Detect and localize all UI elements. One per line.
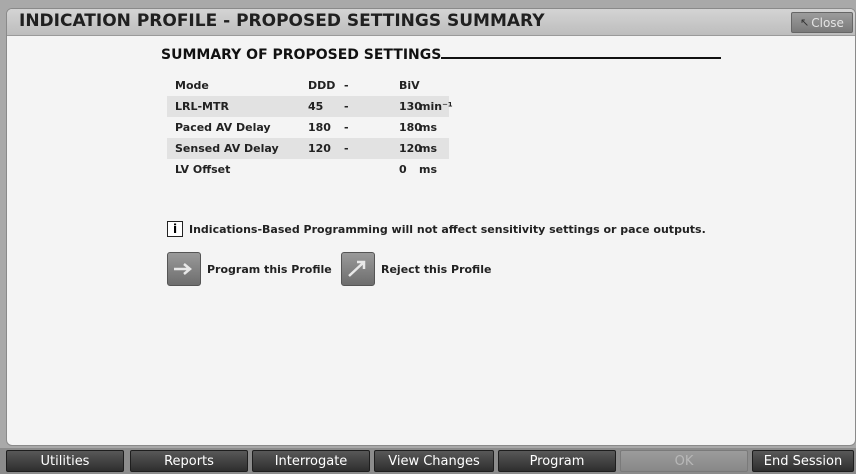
view-changes-button[interactable]: View Changes — [374, 450, 494, 472]
table-row: LV Offset 0 ms — [167, 159, 449, 180]
table-row: Sensed AV Delay 120 - 120 ms — [167, 138, 449, 159]
title-bar: INDICATION PROFILE - PROPOSED SETTINGS S… — [7, 9, 855, 36]
indication-profile-window: INDICATION PROFILE - PROPOSED SETTINGS S… — [6, 8, 856, 446]
table-row: Paced AV Delay 180 - 180 ms — [167, 117, 449, 138]
current-value: 45 — [308, 100, 324, 113]
taskbar: Utilities Reports Interrogate View Chang… — [0, 448, 856, 474]
program-profile-label: Program this Profile — [207, 262, 332, 276]
table-row: LRL-MTR 45 - 130 min⁻¹ — [167, 96, 453, 117]
unit: ms — [419, 163, 438, 176]
proposed-value: 0 — [399, 163, 407, 176]
summary-heading: SUMMARY OF PROPOSED SETTINGS — [161, 47, 442, 63]
arrow-icon: ↖ — [800, 16, 810, 29]
interrogate-button[interactable]: Interrogate — [252, 450, 370, 472]
separator: - — [344, 121, 349, 134]
unit: ms — [419, 121, 438, 134]
close-button[interactable]: ↖ Close — [791, 12, 853, 33]
ok-button[interactable]: OK — [620, 450, 748, 472]
separator: - — [344, 142, 349, 155]
row-label: LRL-MTR — [175, 100, 229, 113]
info-message: i Indications-Based Programming will not… — [167, 221, 706, 237]
reject-arrow-icon — [341, 252, 375, 286]
row-label: Paced AV Delay — [175, 121, 271, 134]
info-text: Indications-Based Programming will not a… — [189, 222, 706, 236]
row-label: Sensed AV Delay — [175, 142, 279, 155]
reports-button[interactable]: Reports — [130, 450, 248, 472]
proposed-mode: BiV — [399, 79, 420, 92]
mode-label: Mode — [175, 79, 209, 92]
reject-profile-button[interactable]: Reject this Profile — [341, 252, 491, 286]
table-header-row: Mode DDD - BiV — [167, 75, 449, 96]
unit: ms — [419, 142, 438, 155]
end-session-button[interactable]: End Session — [752, 450, 854, 472]
separator: - — [344, 100, 349, 113]
settings-table: Mode DDD - BiV LRL-MTR 45 - 130 min⁻¹ Pa… — [167, 75, 453, 180]
current-mode: DDD — [308, 79, 336, 92]
close-label: Close — [811, 15, 844, 30]
window-title: INDICATION PROFILE - PROPOSED SETTINGS S… — [19, 11, 545, 31]
program-arrow-icon — [167, 252, 201, 286]
program-button[interactable]: Program — [498, 450, 616, 472]
info-icon: i — [167, 221, 183, 237]
utilities-button[interactable]: Utilities — [6, 450, 124, 472]
row-label: LV Offset — [175, 163, 231, 176]
program-profile-button[interactable]: Program this Profile — [167, 252, 332, 286]
separator: - — [344, 79, 349, 92]
reject-profile-label: Reject this Profile — [381, 262, 492, 276]
summary-divider — [441, 57, 721, 59]
unit: min⁻¹ — [419, 100, 453, 113]
current-value: 120 — [308, 142, 331, 155]
current-value: 180 — [308, 121, 331, 134]
